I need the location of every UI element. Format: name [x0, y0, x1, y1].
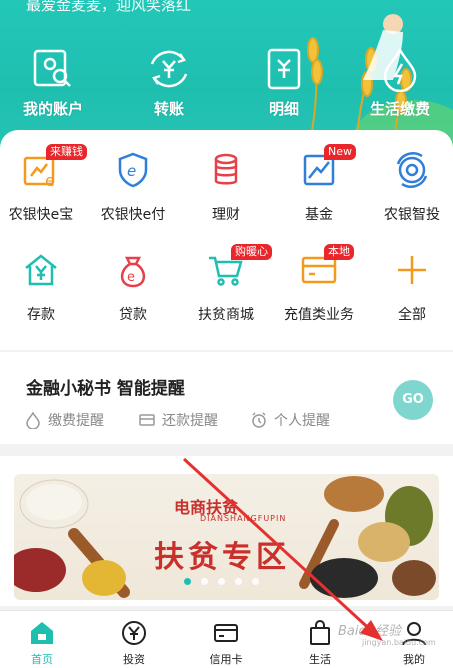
- grid-item-kuai-e-bao[interactable]: e 来赚钱 农银快e宝: [0, 144, 87, 224]
- repayment-reminder[interactable]: 还款提醒: [138, 410, 218, 430]
- grid-label: 农银快e宝: [8, 207, 74, 223]
- svg-text:e: e: [127, 270, 135, 285]
- grid-item-fund[interactable]: New 基金: [274, 144, 364, 224]
- nav-mine-label: 我的: [403, 653, 425, 666]
- grid-label: 存款: [27, 307, 55, 323]
- grid-item-all[interactable]: 全部: [367, 250, 453, 324]
- account-search-icon: [33, 49, 71, 87]
- shopping-bag-icon: [310, 620, 330, 645]
- payment-reminder[interactable]: 缴费提醒: [24, 410, 104, 430]
- life-payment-label: 生活缴费: [369, 100, 430, 118]
- carousel-dot[interactable]: [201, 578, 208, 585]
- carousel-dot[interactable]: [218, 578, 225, 585]
- transfer-label: 转账: [153, 100, 184, 118]
- badge-local: 本地: [324, 244, 354, 260]
- nav-credit-card[interactable]: 信用卡: [196, 619, 256, 667]
- credit-card-icon: [214, 624, 238, 642]
- money-bag-icon: e: [120, 256, 146, 288]
- grid-item-kuai-e-fu[interactable]: e 农银快e付: [88, 150, 178, 224]
- poverty-alleviation-banner[interactable]: 电商扶贫 DIANSHANGFUPIN 扶贫专区: [14, 474, 439, 600]
- drop-bolt-icon: [383, 47, 417, 92]
- statement-button[interactable]: 明细: [239, 46, 329, 119]
- baidu-watermark: Baidu经验: [338, 624, 401, 639]
- carousel-dots[interactable]: [184, 578, 259, 585]
- grid-item-deposit[interactable]: 存款: [0, 250, 86, 324]
- carousel-dot[interactable]: [184, 578, 191, 585]
- my-account-button[interactable]: 我的账户: [8, 46, 98, 119]
- nav-home-label: 首页: [31, 653, 53, 666]
- plus-icon: [398, 256, 426, 284]
- nav-credit-card-label: 信用卡: [209, 653, 243, 666]
- house-yen-icon: [25, 254, 57, 286]
- svg-text:e: e: [127, 162, 136, 180]
- badge-earn: 来赚钱: [46, 144, 87, 160]
- alarm-clock-icon: [252, 412, 266, 428]
- header-banner: 最爱金麦麦，迎风笑落红 我的账户 转账 明细 生活缴费: [0, 0, 453, 150]
- grid-label: 全部: [398, 307, 426, 323]
- banner-logo-sub: DIANSHANGFUPIN: [200, 514, 287, 523]
- nav-invest[interactable]: 投资: [104, 619, 164, 667]
- life-payment-button[interactable]: 生活缴费: [355, 46, 445, 119]
- secretary-title: 金融小秘书 智能提醒: [26, 379, 185, 399]
- grid-label: 基金: [305, 207, 333, 223]
- header-slogan: 最爱金麦麦，迎风笑落红: [26, 0, 192, 14]
- statement-icon: [267, 48, 301, 90]
- grid-label: 理财: [212, 207, 240, 223]
- card-icon: [139, 414, 155, 426]
- grid-item-recharge[interactable]: 本地 充值类业务: [274, 244, 364, 324]
- nav-life-label: 生活: [309, 653, 331, 666]
- carousel-dot[interactable]: [235, 578, 242, 585]
- grid-label: 农银智投: [384, 207, 440, 223]
- personal-reminder[interactable]: 个人提醒: [250, 410, 330, 430]
- grid-label: 农银快e付: [100, 207, 166, 223]
- finance-secretary-panel[interactable]: 金融小秘书 智能提醒 缴费提醒 还款提醒 个人提醒 GO: [0, 352, 453, 444]
- svg-text:e: e: [45, 171, 55, 190]
- go-button[interactable]: GO: [393, 380, 433, 420]
- yen-circle-icon: [122, 621, 146, 645]
- payment-reminder-label: 缴费提醒: [48, 413, 104, 429]
- grid-label: 扶贫商城: [198, 307, 254, 323]
- statement-label: 明细: [268, 100, 299, 118]
- my-account-label: 我的账户: [22, 100, 83, 118]
- function-grid: e 来赚钱 农银快e宝 e 农银快e付 理财 New 基金 农银智投 存款 e …: [0, 130, 453, 350]
- grid-label: 贷款: [119, 307, 147, 323]
- quick-actions: 我的账户 转账 明细 生活缴费: [0, 46, 453, 126]
- grid-item-poverty-mall[interactable]: 购暖心 扶贫商城: [181, 244, 272, 324]
- transfer-button[interactable]: 转账: [124, 46, 214, 119]
- grid-label: 充值类业务: [284, 307, 354, 323]
- repayment-reminder-label: 还款提醒: [162, 413, 218, 429]
- grid-item-loan[interactable]: e 贷款: [88, 250, 178, 324]
- badge-warm: 购暖心: [231, 244, 272, 260]
- transfer-yen-icon: [150, 50, 188, 88]
- badge-new: New: [324, 144, 356, 160]
- home-icon: [31, 622, 53, 644]
- grid-item-smart-invest[interactable]: 农银智投: [367, 150, 453, 224]
- grid-item-wealth[interactable]: 理财: [181, 150, 271, 224]
- shield-e-icon: e: [118, 152, 148, 188]
- carousel-dot[interactable]: [252, 578, 259, 585]
- nav-invest-label: 投资: [123, 653, 145, 666]
- coin-stack-icon: [214, 153, 238, 185]
- robot-invest-icon: [396, 152, 428, 188]
- personal-reminder-label: 个人提醒: [274, 413, 330, 429]
- promo-banner-area: 电商扶贫 DIANSHANGFUPIN 扶贫专区: [0, 456, 453, 606]
- drop-icon: [26, 411, 40, 429]
- banner-title: 扶贫专区: [154, 540, 290, 575]
- nav-home[interactable]: 首页: [12, 619, 72, 667]
- baidu-watermark-url: jingyan.baidu.com: [362, 638, 436, 647]
